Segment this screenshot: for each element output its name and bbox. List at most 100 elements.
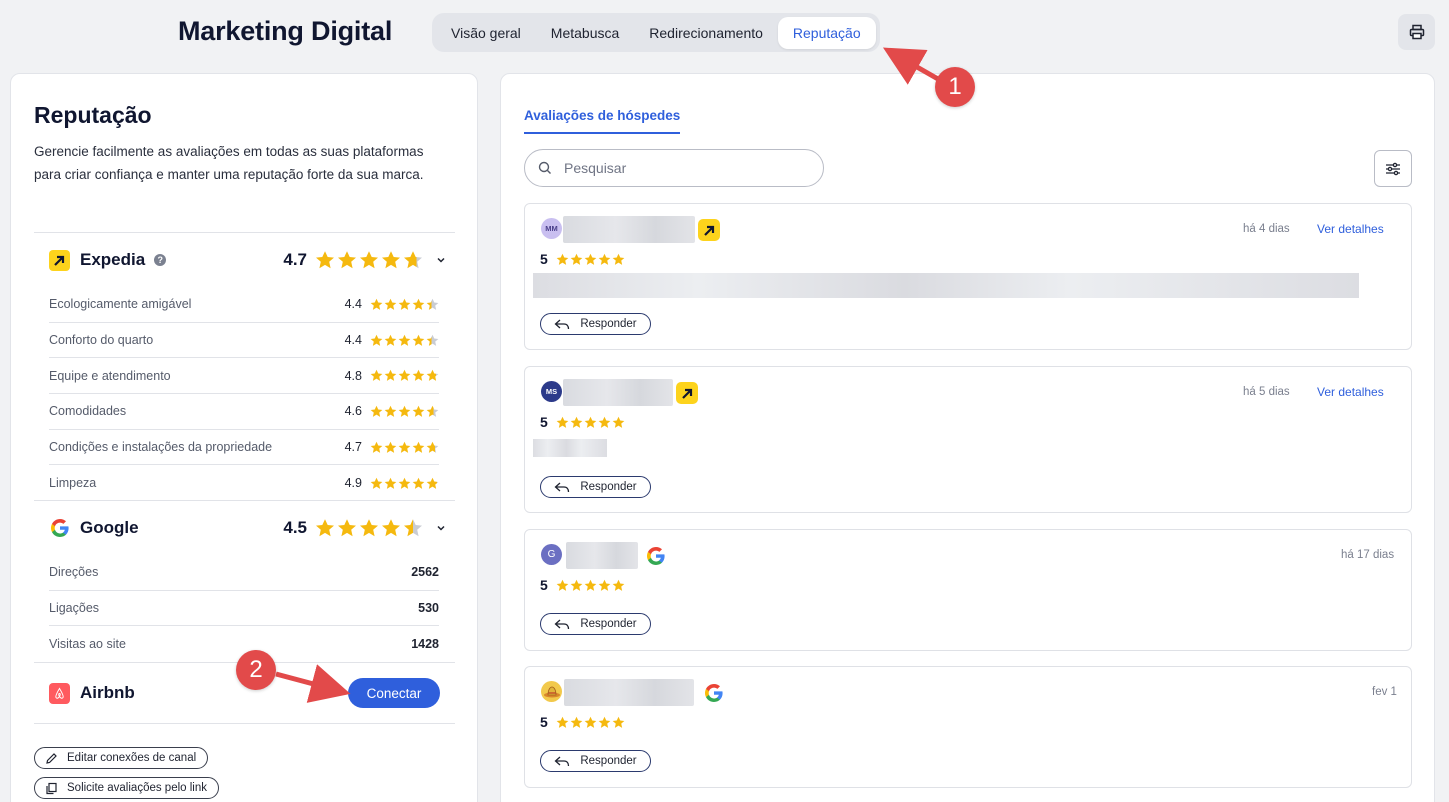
reply-button[interactable]: Responder xyxy=(540,476,651,498)
expedia-score-value: 4.7 xyxy=(283,250,307,269)
tab-metabusca[interactable]: Metabusca xyxy=(536,17,634,49)
star-icon xyxy=(598,416,611,428)
review-score: 5 xyxy=(540,714,625,730)
star-icon xyxy=(612,716,625,728)
review-date: há 4 dias xyxy=(1243,223,1290,235)
reputation-title: Reputação xyxy=(34,102,152,128)
reviewer-name-blurred xyxy=(563,216,695,243)
star-icon xyxy=(404,519,422,537)
reply-icon xyxy=(554,619,570,629)
star-icon xyxy=(570,579,583,591)
rating-row: Limpeza 4.9 xyxy=(49,466,439,502)
request-reviews-button[interactable]: Solicite avaliações pelo link xyxy=(34,777,219,799)
reviewer-name-blurred xyxy=(563,379,673,406)
copy-icon xyxy=(46,782,57,794)
star-icon xyxy=(384,370,397,382)
star-icon xyxy=(412,405,425,417)
view-details-link[interactable]: Ver detalhes xyxy=(1317,222,1384,236)
tab-reputacao[interactable]: Reputação xyxy=(777,16,876,49)
review-card: MM há 4 dias Ver detalhes 5 Responder xyxy=(524,203,1412,350)
review-stars xyxy=(556,416,625,429)
star-icon xyxy=(584,416,597,428)
filter-button[interactable] xyxy=(1374,150,1412,187)
tab-visao-geral[interactable]: Visão geral xyxy=(436,17,536,49)
star-icon xyxy=(382,519,400,537)
rating-row: Condições e instalações da propriedade 4.… xyxy=(49,430,439,466)
reputation-panel: Reputação Gerencie facilmente as avaliaç… xyxy=(10,73,478,802)
review-card: fev 1 5 Responder xyxy=(524,666,1412,788)
printer-icon xyxy=(1409,24,1424,40)
reply-label: Responder xyxy=(580,618,637,630)
rating-value: 4.9 xyxy=(344,476,362,491)
star-icon xyxy=(398,370,411,382)
metric-label: Visitas ao site xyxy=(49,637,126,652)
page-title: Marketing Digital xyxy=(178,16,393,46)
expedia-score: 4.7 xyxy=(283,233,447,287)
help-icon[interactable]: ? xyxy=(154,254,167,266)
reply-button[interactable]: Responder xyxy=(540,750,651,772)
view-details-link[interactable]: Ver detalhes xyxy=(1317,385,1384,399)
star-icon xyxy=(426,405,439,417)
star-icon xyxy=(370,405,383,417)
star-icon xyxy=(382,251,400,269)
avatar xyxy=(541,681,562,702)
expedia-logo-icon xyxy=(698,219,720,241)
star-icon xyxy=(584,579,597,591)
star-icon xyxy=(398,405,411,417)
star-icon xyxy=(426,441,439,453)
expedia-stars xyxy=(315,250,423,270)
tab-guest-reviews[interactable]: Avaliações de hóspedes xyxy=(524,108,681,134)
star-icon xyxy=(556,579,569,591)
search-icon xyxy=(538,161,551,174)
star-icon xyxy=(556,716,569,728)
star-icon xyxy=(316,519,334,537)
rating-row: Equipe e atendimento 4.8 xyxy=(49,358,439,395)
search-box[interactable] xyxy=(524,149,824,187)
rating-value: 4.8 xyxy=(344,368,362,383)
top-tabs: Visão geral Metabusca Redirecionamento R… xyxy=(432,13,880,52)
airbnb-name: Airbnb xyxy=(80,683,135,702)
rating-stars xyxy=(370,334,439,347)
pencil-icon xyxy=(46,752,57,764)
connect-airbnb-button[interactable]: Conectar xyxy=(348,678,440,708)
chevron-down-icon[interactable] xyxy=(435,254,447,266)
edit-connections-button[interactable]: Editar conexões de canal xyxy=(34,747,209,769)
review-text-blurred xyxy=(533,439,607,457)
print-button[interactable] xyxy=(1398,14,1435,50)
search-input[interactable] xyxy=(564,160,794,176)
chevron-down-icon[interactable] xyxy=(435,522,447,534)
star-icon xyxy=(398,298,411,310)
reply-button[interactable]: Responder xyxy=(540,613,651,635)
star-icon xyxy=(426,477,439,489)
review-stars xyxy=(556,253,625,266)
tab-redirecionamento[interactable]: Redirecionamento xyxy=(634,17,778,49)
star-icon xyxy=(398,477,411,489)
reviewer-name-blurred xyxy=(566,542,638,569)
star-icon xyxy=(370,334,383,346)
star-icon xyxy=(370,370,383,382)
reply-button[interactable]: Responder xyxy=(540,313,651,335)
review-date: fev 1 xyxy=(1372,686,1397,698)
star-icon xyxy=(570,253,583,265)
review-score-value: 5 xyxy=(540,414,548,430)
avatar: G xyxy=(541,544,562,565)
star-icon xyxy=(412,477,425,489)
star-icon xyxy=(612,579,625,591)
metric-label: Ligações xyxy=(49,601,100,616)
rating-row: Conforto do quarto 4.4 xyxy=(49,323,439,359)
rating-value: 4.6 xyxy=(344,404,362,419)
edit-connections-label: Editar conexões de canal xyxy=(67,752,197,764)
star-icon xyxy=(404,251,422,269)
reply-label: Responder xyxy=(580,481,637,493)
star-icon xyxy=(412,441,425,453)
rating-label: Ecologicamente amigável xyxy=(49,297,192,312)
star-icon xyxy=(384,334,397,346)
google-score-value: 4.5 xyxy=(283,518,307,537)
star-icon xyxy=(412,334,425,346)
rating-stars xyxy=(370,441,439,454)
reviewer-name-blurred xyxy=(564,679,694,706)
review-score: 5 xyxy=(540,414,625,430)
star-icon xyxy=(384,298,397,310)
google-section: Google 4.5 Direções 2562 Ligações 530 Visita… xyxy=(34,500,455,662)
expedia-logo-icon xyxy=(49,249,70,271)
